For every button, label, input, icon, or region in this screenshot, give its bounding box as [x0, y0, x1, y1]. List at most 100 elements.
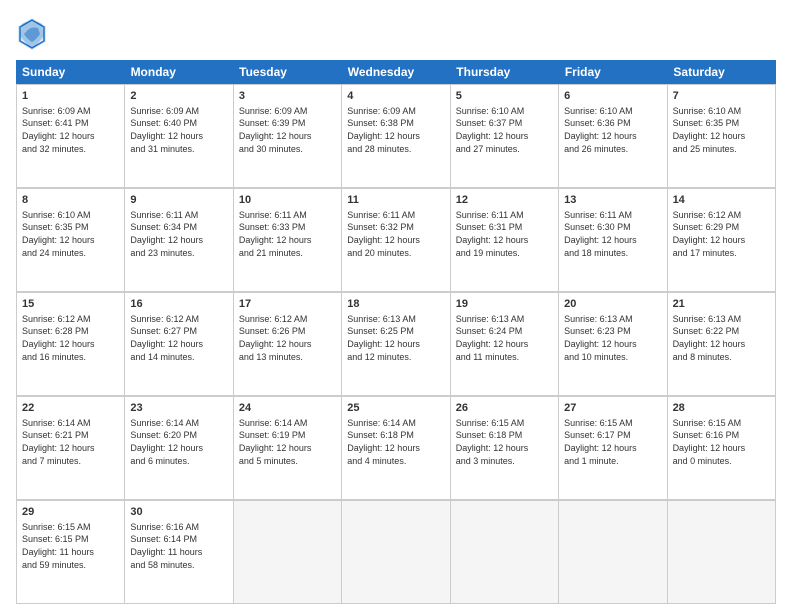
calendar-cell: 16Sunrise: 6:12 AM Sunset: 6:27 PM Dayli…	[125, 293, 233, 396]
weekday-header: Saturday	[667, 60, 776, 84]
calendar-cell: 3Sunrise: 6:09 AM Sunset: 6:39 PM Daylig…	[234, 85, 342, 188]
day-info: Sunrise: 6:11 AM Sunset: 6:32 PM Dayligh…	[347, 209, 444, 259]
day-number: 13	[564, 193, 661, 208]
day-number: 6	[564, 89, 661, 104]
day-info: Sunrise: 6:09 AM Sunset: 6:40 PM Dayligh…	[130, 105, 227, 155]
day-number: 27	[564, 401, 661, 416]
day-info: Sunrise: 6:10 AM Sunset: 6:37 PM Dayligh…	[456, 105, 553, 155]
calendar-cell: 14Sunrise: 6:12 AM Sunset: 6:29 PM Dayli…	[668, 189, 776, 292]
day-info: Sunrise: 6:13 AM Sunset: 6:23 PM Dayligh…	[564, 313, 661, 363]
calendar-body: 1Sunrise: 6:09 AM Sunset: 6:41 PM Daylig…	[16, 84, 776, 604]
calendar-cell: 11Sunrise: 6:11 AM Sunset: 6:32 PM Dayli…	[342, 189, 450, 292]
day-number: 8	[22, 193, 119, 208]
weekday-header: Sunday	[16, 60, 125, 84]
calendar-cell	[342, 501, 450, 604]
calendar-cell	[234, 501, 342, 604]
day-info: Sunrise: 6:10 AM Sunset: 6:35 PM Dayligh…	[22, 209, 119, 259]
calendar-row: 29Sunrise: 6:15 AM Sunset: 6:15 PM Dayli…	[16, 500, 776, 604]
day-number: 18	[347, 297, 444, 312]
day-number: 20	[564, 297, 661, 312]
day-number: 29	[22, 505, 119, 520]
day-number: 21	[673, 297, 770, 312]
calendar-cell: 17Sunrise: 6:12 AM Sunset: 6:26 PM Dayli…	[234, 293, 342, 396]
day-info: Sunrise: 6:11 AM Sunset: 6:34 PM Dayligh…	[130, 209, 227, 259]
day-number: 12	[456, 193, 553, 208]
logo	[16, 16, 52, 52]
day-number: 9	[130, 193, 227, 208]
calendar-row: 22Sunrise: 6:14 AM Sunset: 6:21 PM Dayli…	[16, 396, 776, 500]
day-info: Sunrise: 6:12 AM Sunset: 6:28 PM Dayligh…	[22, 313, 119, 363]
calendar-cell	[559, 501, 667, 604]
weekday-header: Thursday	[450, 60, 559, 84]
day-number: 3	[239, 89, 336, 104]
calendar-cell: 9Sunrise: 6:11 AM Sunset: 6:34 PM Daylig…	[125, 189, 233, 292]
calendar-cell: 8Sunrise: 6:10 AM Sunset: 6:35 PM Daylig…	[17, 189, 125, 292]
day-info: Sunrise: 6:14 AM Sunset: 6:18 PM Dayligh…	[347, 417, 444, 467]
calendar-cell: 29Sunrise: 6:15 AM Sunset: 6:15 PM Dayli…	[17, 501, 125, 604]
calendar-cell: 30Sunrise: 6:16 AM Sunset: 6:14 PM Dayli…	[125, 501, 233, 604]
calendar-cell	[451, 501, 559, 604]
calendar-cell: 23Sunrise: 6:14 AM Sunset: 6:20 PM Dayli…	[125, 397, 233, 500]
day-info: Sunrise: 6:13 AM Sunset: 6:22 PM Dayligh…	[673, 313, 770, 363]
calendar-cell: 26Sunrise: 6:15 AM Sunset: 6:18 PM Dayli…	[451, 397, 559, 500]
logo-icon	[16, 16, 48, 52]
calendar-cell: 7Sunrise: 6:10 AM Sunset: 6:35 PM Daylig…	[668, 85, 776, 188]
day-info: Sunrise: 6:13 AM Sunset: 6:24 PM Dayligh…	[456, 313, 553, 363]
day-number: 23	[130, 401, 227, 416]
day-number: 4	[347, 89, 444, 104]
day-info: Sunrise: 6:10 AM Sunset: 6:35 PM Dayligh…	[673, 105, 770, 155]
calendar-cell: 13Sunrise: 6:11 AM Sunset: 6:30 PM Dayli…	[559, 189, 667, 292]
weekday-header: Wednesday	[342, 60, 451, 84]
calendar-cell: 24Sunrise: 6:14 AM Sunset: 6:19 PM Dayli…	[234, 397, 342, 500]
calendar-cell: 5Sunrise: 6:10 AM Sunset: 6:37 PM Daylig…	[451, 85, 559, 188]
day-info: Sunrise: 6:15 AM Sunset: 6:18 PM Dayligh…	[456, 417, 553, 467]
calendar-cell: 12Sunrise: 6:11 AM Sunset: 6:31 PM Dayli…	[451, 189, 559, 292]
day-number: 5	[456, 89, 553, 104]
day-info: Sunrise: 6:09 AM Sunset: 6:41 PM Dayligh…	[22, 105, 119, 155]
calendar-cell: 2Sunrise: 6:09 AM Sunset: 6:40 PM Daylig…	[125, 85, 233, 188]
day-number: 17	[239, 297, 336, 312]
day-number: 7	[673, 89, 770, 104]
day-number: 24	[239, 401, 336, 416]
calendar-cell: 28Sunrise: 6:15 AM Sunset: 6:16 PM Dayli…	[668, 397, 776, 500]
calendar: SundayMondayTuesdayWednesdayThursdayFrid…	[16, 60, 776, 604]
day-info: Sunrise: 6:09 AM Sunset: 6:39 PM Dayligh…	[239, 105, 336, 155]
day-number: 10	[239, 193, 336, 208]
calendar-cell: 15Sunrise: 6:12 AM Sunset: 6:28 PM Dayli…	[17, 293, 125, 396]
calendar-cell: 22Sunrise: 6:14 AM Sunset: 6:21 PM Dayli…	[17, 397, 125, 500]
calendar-cell: 10Sunrise: 6:11 AM Sunset: 6:33 PM Dayli…	[234, 189, 342, 292]
calendar-cell: 25Sunrise: 6:14 AM Sunset: 6:18 PM Dayli…	[342, 397, 450, 500]
day-info: Sunrise: 6:15 AM Sunset: 6:15 PM Dayligh…	[22, 521, 119, 571]
day-info: Sunrise: 6:12 AM Sunset: 6:26 PM Dayligh…	[239, 313, 336, 363]
day-info: Sunrise: 6:13 AM Sunset: 6:25 PM Dayligh…	[347, 313, 444, 363]
day-info: Sunrise: 6:11 AM Sunset: 6:30 PM Dayligh…	[564, 209, 661, 259]
day-info: Sunrise: 6:12 AM Sunset: 6:27 PM Dayligh…	[130, 313, 227, 363]
day-number: 16	[130, 297, 227, 312]
calendar-cell	[668, 501, 776, 604]
day-number: 15	[22, 297, 119, 312]
calendar-cell: 19Sunrise: 6:13 AM Sunset: 6:24 PM Dayli…	[451, 293, 559, 396]
weekday-header: Friday	[559, 60, 668, 84]
weekday-header: Tuesday	[233, 60, 342, 84]
calendar-cell: 20Sunrise: 6:13 AM Sunset: 6:23 PM Dayli…	[559, 293, 667, 396]
day-number: 11	[347, 193, 444, 208]
day-number: 2	[130, 89, 227, 104]
day-number: 19	[456, 297, 553, 312]
calendar-cell: 1Sunrise: 6:09 AM Sunset: 6:41 PM Daylig…	[17, 85, 125, 188]
day-info: Sunrise: 6:11 AM Sunset: 6:31 PM Dayligh…	[456, 209, 553, 259]
day-info: Sunrise: 6:10 AM Sunset: 6:36 PM Dayligh…	[564, 105, 661, 155]
calendar-header: SundayMondayTuesdayWednesdayThursdayFrid…	[16, 60, 776, 84]
weekday-header: Monday	[125, 60, 234, 84]
calendar-cell: 6Sunrise: 6:10 AM Sunset: 6:36 PM Daylig…	[559, 85, 667, 188]
day-number: 28	[673, 401, 770, 416]
calendar-row: 15Sunrise: 6:12 AM Sunset: 6:28 PM Dayli…	[16, 292, 776, 396]
calendar-cell: 27Sunrise: 6:15 AM Sunset: 6:17 PM Dayli…	[559, 397, 667, 500]
day-info: Sunrise: 6:09 AM Sunset: 6:38 PM Dayligh…	[347, 105, 444, 155]
day-info: Sunrise: 6:12 AM Sunset: 6:29 PM Dayligh…	[673, 209, 770, 259]
calendar-row: 1Sunrise: 6:09 AM Sunset: 6:41 PM Daylig…	[16, 84, 776, 188]
calendar-cell: 4Sunrise: 6:09 AM Sunset: 6:38 PM Daylig…	[342, 85, 450, 188]
page-header	[16, 16, 776, 52]
day-number: 30	[130, 505, 227, 520]
day-number: 25	[347, 401, 444, 416]
calendar-row: 8Sunrise: 6:10 AM Sunset: 6:35 PM Daylig…	[16, 188, 776, 292]
